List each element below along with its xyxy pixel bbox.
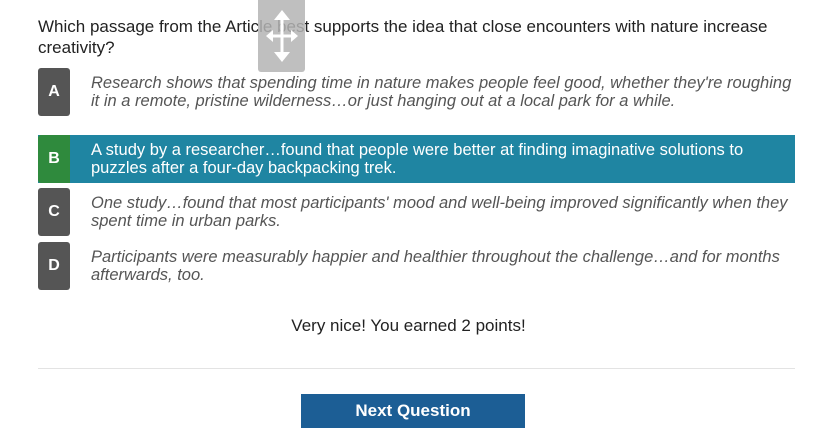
choice-letter-b: B <box>38 135 70 183</box>
choice-text-d: Participants were measurably happier and… <box>91 248 780 284</box>
choice-letter-d: D <box>38 242 70 290</box>
choice-letter-c: C <box>38 188 70 236</box>
choice-letter-a: A <box>38 68 70 116</box>
choice-text-c: One study…found that most participants' … <box>91 194 788 230</box>
answer-choice-d[interactable]: D Participants were measurably happier a… <box>38 242 795 290</box>
choice-text-b: A study by a researcher…found that peopl… <box>91 141 744 177</box>
feedback-message: Very nice! You earned 2 points! <box>291 316 526 335</box>
next-question-button[interactable]: Next Question <box>301 394 525 428</box>
answer-choice-c[interactable]: C One study…found that most participants… <box>38 188 795 236</box>
answer-choice-a[interactable]: A Research shows that spending time in n… <box>38 68 795 116</box>
choice-text-a: Research shows that spending time in nat… <box>91 74 792 110</box>
answer-choice-b[interactable]: B A study by a researcher…found that peo… <box>38 135 795 183</box>
divider <box>38 368 795 369</box>
question-text: Which passage from the Article best supp… <box>38 17 768 57</box>
move-arrows-icon[interactable] <box>258 0 305 72</box>
